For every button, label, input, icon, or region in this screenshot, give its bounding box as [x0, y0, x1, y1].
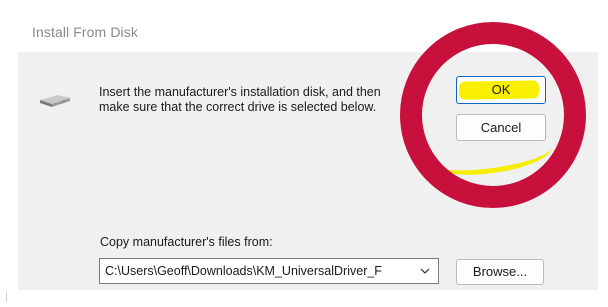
window-title: Install From Disk — [32, 24, 138, 40]
source-path-value: C:\Users\Geoff\Downloads\KM_UniversalDri… — [105, 264, 382, 278]
red-circle-annotation — [400, 22, 586, 208]
divider — [6, 292, 7, 302]
browse-button[interactable]: Browse... — [456, 259, 544, 285]
chevron-down-icon[interactable] — [418, 263, 432, 279]
install-from-disk-dialog: Install From Disk Insert the manufacture… — [0, 0, 608, 307]
source-path-combobox[interactable]: C:\Users\Geoff\Downloads\KM_UniversalDri… — [99, 258, 439, 284]
instruction-text: Insert the manufacturer's installation d… — [99, 85, 381, 114]
copy-from-label: Copy manufacturer's files from: — [100, 235, 273, 249]
disk-drive-icon — [40, 95, 70, 107]
